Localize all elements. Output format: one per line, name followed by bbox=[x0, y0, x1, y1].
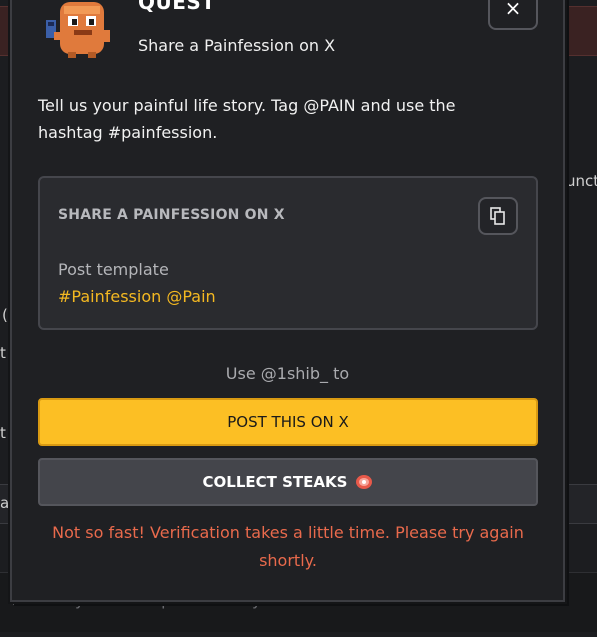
background-text-fragment: t bbox=[0, 344, 6, 362]
quest-description: Tell us your painful life story. Tag @PA… bbox=[38, 96, 456, 142]
background-text-fragment: ( bbox=[2, 306, 8, 324]
close-icon: × bbox=[504, 0, 522, 20]
card-heading: SHARE A PAINFESSION ON X bbox=[58, 207, 285, 223]
quest-modal: QUEST Share a Painfession on X × Tell us… bbox=[10, 0, 565, 602]
background-text-fragment: unct bbox=[566, 172, 597, 190]
template-text: #Painfession @Pain bbox=[58, 287, 216, 306]
modal-title: QUEST bbox=[138, 0, 216, 14]
template-label: Post template bbox=[58, 260, 169, 279]
collect-button-label: COLLECT STEAKS bbox=[202, 473, 348, 491]
verification-error: Not so fast! Verification takes a little… bbox=[52, 523, 524, 570]
steak-icon bbox=[356, 475, 373, 489]
copy-button[interactable] bbox=[478, 197, 518, 235]
collect-steaks-button[interactable]: COLLECT STEAKS bbox=[38, 458, 538, 506]
background-text-fragment: a bbox=[0, 494, 10, 512]
copy-icon bbox=[490, 207, 505, 225]
post-button-label: POST THIS ON X bbox=[227, 413, 349, 431]
use-hint: Use @1shib_ to bbox=[225, 364, 350, 383]
pain-mascot-icon bbox=[46, 2, 110, 58]
background-text-fragment: t bbox=[0, 424, 6, 442]
post-template-card: SHARE A PAINFESSION ON X Post template #… bbox=[38, 176, 538, 330]
post-on-x-button[interactable]: POST THIS ON X bbox=[38, 398, 538, 446]
close-button[interactable]: × bbox=[488, 0, 538, 30]
modal-subtitle: Share a Painfession on X bbox=[138, 36, 336, 55]
